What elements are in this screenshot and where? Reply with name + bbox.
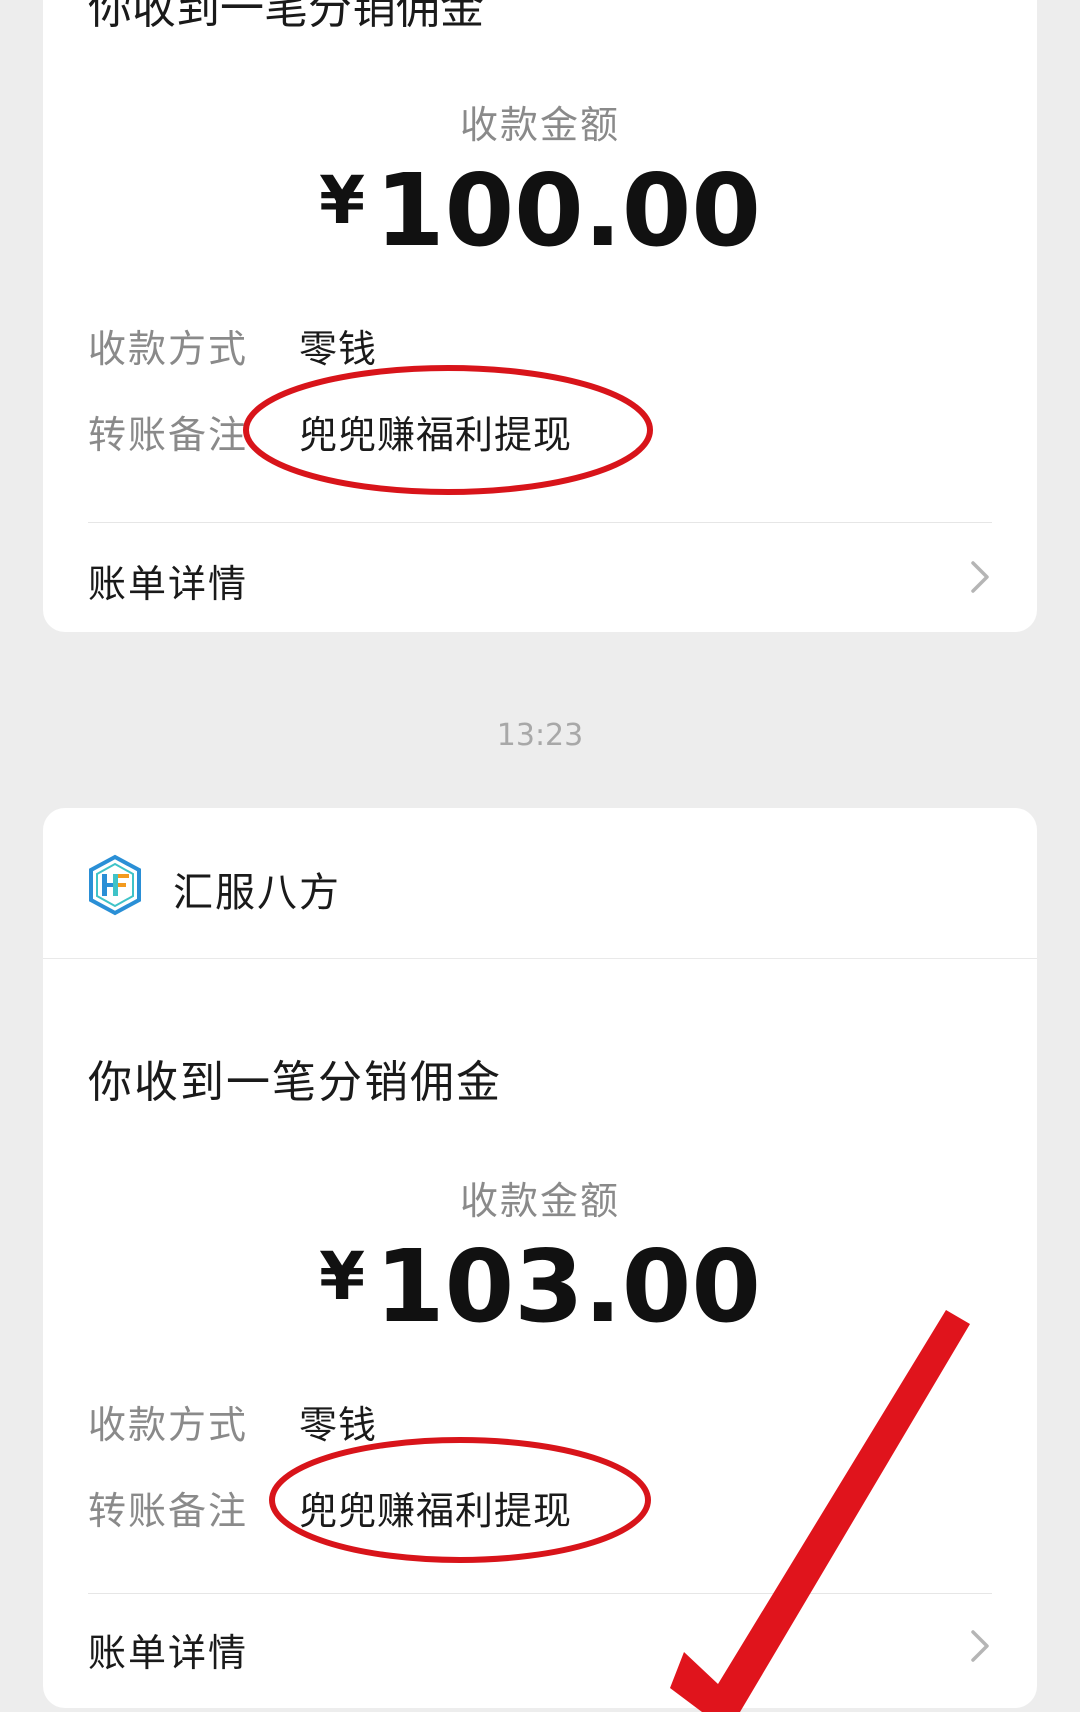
transfer-note-value: 兜兜赚福利提现	[299, 1489, 573, 1533]
transfer-note-value: 兜兜赚福利提现	[299, 413, 573, 457]
currency-symbol: ¥	[319, 162, 366, 239]
message-timestamp: 13:23	[496, 718, 584, 753]
transfer-note-label: 转账备注	[88, 413, 249, 457]
notice-title: 你收到一笔分销佣金	[88, 1057, 502, 1108]
hf-logo-icon	[89, 854, 141, 916]
amount-number: 103.00	[375, 1228, 761, 1345]
bill-details-label: 账单详情	[88, 562, 249, 606]
transfer-notice-card-previous: 你收到一笔分销佣金 收款金额 ¥100.00 收款方式 零钱 转账备注 兜兜赚福…	[43, 0, 1037, 632]
payment-method-value: 零钱	[299, 1403, 378, 1447]
currency-symbol: ¥	[319, 1238, 366, 1315]
bill-details-row[interactable]: 账单详情	[43, 523, 1037, 632]
bill-details-label: 账单详情	[88, 1631, 249, 1675]
payment-method-label: 收款方式	[88, 1403, 249, 1447]
header-divider	[43, 958, 1037, 959]
amount-value: ¥100.00	[43, 152, 1037, 269]
chevron-right-icon	[971, 1630, 989, 1662]
amount-number: 100.00	[375, 152, 761, 269]
amount-value: ¥103.00	[43, 1228, 1037, 1345]
amount-label: 收款金额	[459, 1179, 620, 1223]
amount-label: 收款金额	[459, 103, 620, 147]
chevron-right-icon	[971, 561, 989, 593]
payment-method-label: 收款方式	[88, 327, 249, 371]
transfer-note-label: 转账备注	[88, 1489, 249, 1533]
payment-method-value: 零钱	[299, 327, 378, 371]
transfer-notice-card-latest: 汇服八方 你收到一笔分销佣金 收款金额 ¥103.00 收款方式 零钱 转账备注…	[43, 808, 1037, 1708]
merchant-name: 汇服八方	[173, 870, 341, 916]
merchant-header[interactable]: 汇服八方	[43, 808, 1037, 958]
bill-details-row[interactable]: 账单详情	[43, 1594, 1037, 1708]
notice-title: 你收到一笔分销佣金	[88, 0, 484, 34]
